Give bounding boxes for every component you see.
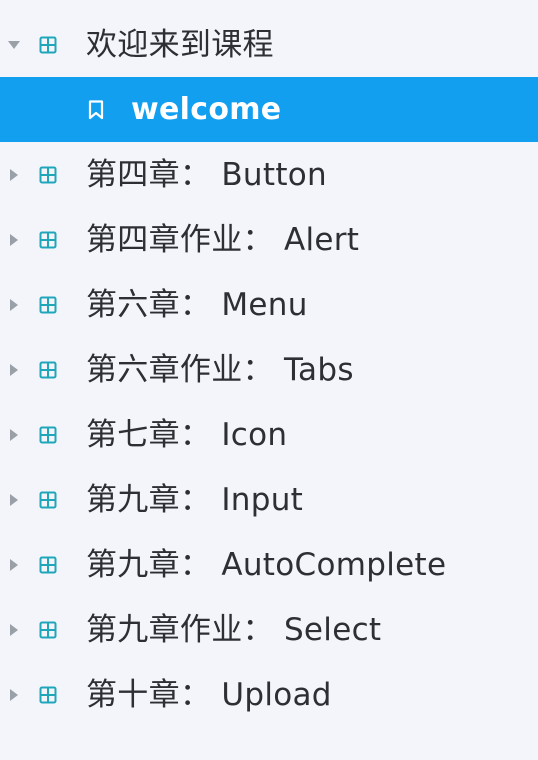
component-grid-icon — [38, 685, 58, 705]
tree-group-item[interactable]: 第九章： AutoComplete — [0, 532, 538, 597]
tree-group-item[interactable]: 第四章： Button — [0, 142, 538, 207]
tree-item-list: 第四章： Button 第四章作业： Alert 第六章： Menu 第六章作业： T… — [0, 142, 538, 727]
component-grid-icon — [38, 620, 58, 640]
component-grid-icon — [38, 360, 58, 380]
chevron-right-icon[interactable] — [7, 428, 21, 442]
tree-group-label: 第六章： Menu — [86, 286, 308, 323]
chevron-right-icon[interactable] — [7, 363, 21, 377]
component-grid-icon — [38, 490, 58, 510]
tree-story-welcome[interactable]: welcome — [0, 77, 538, 142]
chevron-right-icon[interactable] — [7, 168, 21, 182]
tree-group-label: 欢迎来到课程 — [86, 26, 274, 63]
tree-group-item[interactable]: 第七章： Icon — [0, 402, 538, 467]
component-grid-icon — [38, 425, 58, 445]
component-grid-icon — [38, 35, 58, 55]
tree-group-welcome[interactable]: 欢迎来到课程 — [0, 12, 538, 77]
chevron-right-icon[interactable] — [7, 688, 21, 702]
tree-group-item[interactable]: 第九章： Input — [0, 467, 538, 532]
tree-group-label: 第四章作业： Alert — [86, 221, 360, 258]
tree-group-item[interactable]: 第十章： Upload — [0, 662, 538, 727]
tree-group-item[interactable]: 第四章作业： Alert — [0, 207, 538, 272]
tree-group-item[interactable]: 第六章作业： Tabs — [0, 337, 538, 402]
chevron-right-icon[interactable] — [7, 493, 21, 507]
chevron-right-icon[interactable] — [7, 233, 21, 247]
tree-group-label: 第六章作业： Tabs — [86, 351, 354, 388]
bookmark-icon — [86, 99, 106, 120]
chevron-right-icon[interactable] — [7, 558, 21, 572]
tree-group-label: 第四章： Button — [86, 156, 327, 193]
tree-group-label: 第七章： Icon — [86, 416, 288, 453]
storybook-sidebar-tree: 欢迎来到课程 welcome 第四章： Button 第四章作业： Alert 第六… — [0, 0, 538, 760]
tree-group-label: 第九章作业： Select — [86, 611, 382, 648]
chevron-right-icon[interactable] — [7, 623, 21, 637]
tree-group-item[interactable]: 第六章： Menu — [0, 272, 538, 337]
chevron-right-icon[interactable] — [7, 298, 21, 312]
component-grid-icon — [38, 555, 58, 575]
component-grid-icon — [38, 230, 58, 250]
component-grid-icon — [38, 295, 58, 315]
tree-group-label: 第九章： AutoComplete — [86, 546, 447, 583]
tree-group-label: 第九章： Input — [86, 481, 304, 518]
tree-story-label: welcome — [131, 91, 282, 127]
tree-group-item[interactable]: 第九章作业： Select — [0, 597, 538, 662]
chevron-down-icon[interactable] — [7, 38, 21, 52]
tree-group-label: 第十章： Upload — [86, 676, 332, 713]
component-grid-icon — [38, 165, 58, 185]
